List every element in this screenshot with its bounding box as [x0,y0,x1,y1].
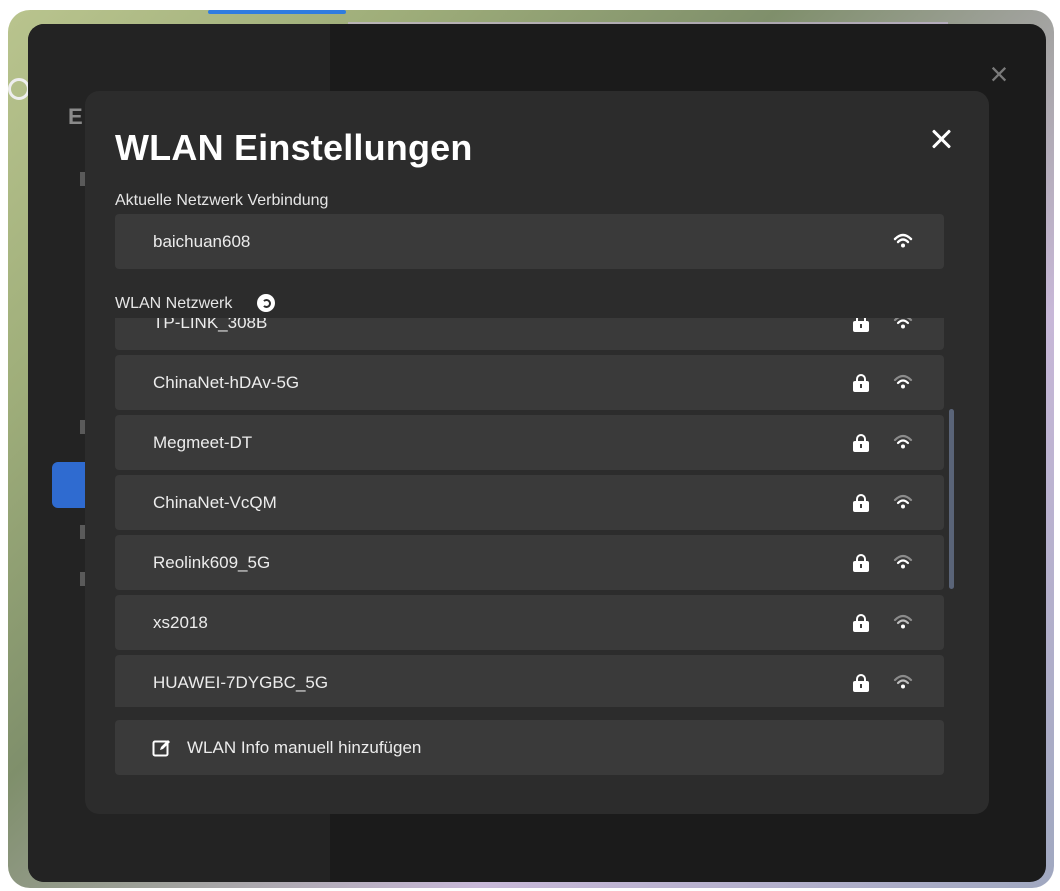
close-icon[interactable] [927,125,955,153]
current-network-row[interactable]: baichuan608 [115,214,944,269]
lock-icon [853,554,869,572]
wifi-icon [893,673,913,691]
network-row[interactable]: HUAWEI-7DYGBC_5G [115,655,944,707]
top-progress-bar [208,10,346,14]
network-row[interactable]: Megmeet-DT [115,415,944,470]
network-row[interactable]: TP-LINK_308B [115,318,944,350]
network-name: TP-LINK_308B [153,318,268,332]
wifi-icon [893,232,913,250]
wlan-settings-modal: WLAN Einstellungen Aktuelle Netzwerk Ver… [85,91,989,814]
refresh-icon[interactable] [257,294,275,312]
lock-icon [853,494,869,512]
network-row[interactable]: ChinaNet-VcQM [115,475,944,530]
edge-fragment [1046,806,1058,824]
network-row[interactable]: ChinaNet-hDAv-5G [115,355,944,410]
lock-icon [853,674,869,692]
network-name: ChinaNet-hDAv-5G [153,373,300,392]
network-name: Reolink609_5G [153,553,271,572]
network-row[interactable]: xs2018 [115,595,944,650]
lock-icon [853,318,869,332]
network-row[interactable]: Reolink609_5G [115,535,944,590]
wlan-networks-label: WLAN Netzwerk [115,295,233,312]
wifi-icon [893,553,913,571]
lock-icon [853,374,869,392]
wifi-icon [893,318,913,331]
lock-icon [853,434,869,452]
network-name: xs2018 [153,613,208,632]
network-name: ChinaNet-VcQM [153,493,277,512]
network-name: Megmeet-DT [153,433,253,452]
network-list[interactable]: TP-LINK_308B ChinaNet-hDAv-5G Megmeet-DT Ch… [115,318,944,707]
wifi-icon [893,433,913,451]
network-list-inner: TP-LINK_308B ChinaNet-hDAv-5G Megmeet-DT Ch… [115,318,944,707]
edit-icon [152,738,172,758]
app-logo-icon [8,78,30,100]
wifi-icon [893,373,913,391]
sidebar-heading-fragment: E [68,104,83,129]
network-name: HUAWEI-7DYGBC_5G [153,673,329,692]
add-network-manually-button[interactable]: WLAN Info manuell hinzufügen [115,720,944,775]
current-connection-label: Aktuelle Netzwerk Verbindung [115,192,329,209]
lock-icon [853,614,869,632]
wifi-icon [893,493,913,511]
network-list-scrollbar[interactable] [949,409,954,589]
wifi-icon [893,613,913,631]
modal-title: WLAN Einstellungen [115,127,473,168]
current-network-name: baichuan608 [153,232,251,251]
settings-close-icon[interactable]: × [985,58,1013,90]
add-network-label: WLAN Info manuell hinzufügen [187,738,422,757]
